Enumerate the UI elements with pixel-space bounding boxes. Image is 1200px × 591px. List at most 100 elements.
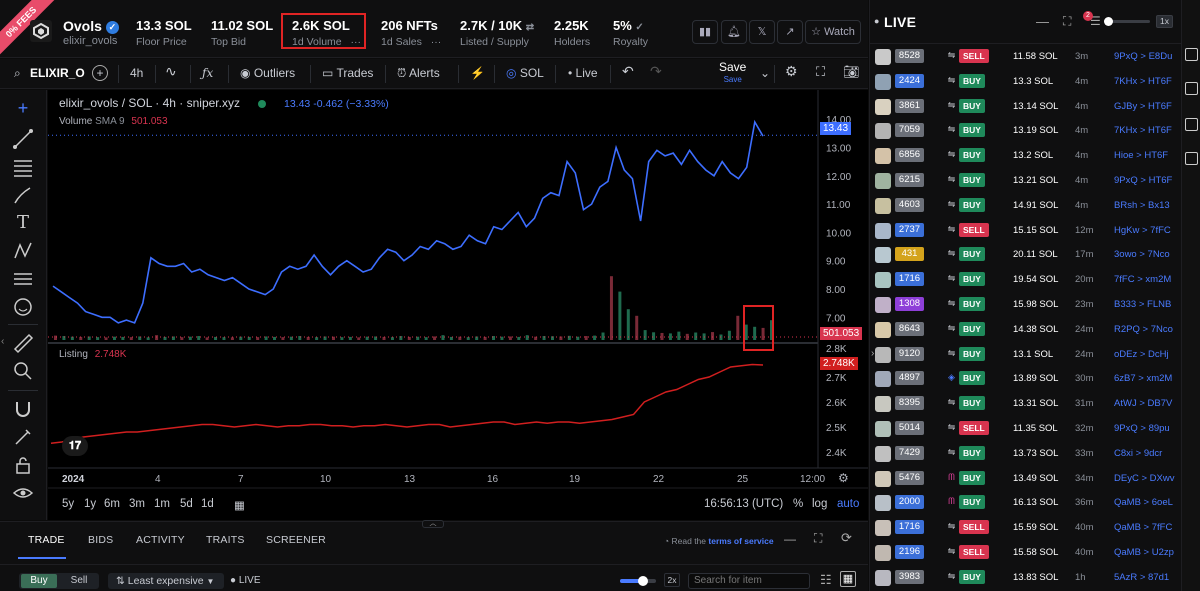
tab-trade[interactable]: TRADE: [28, 534, 65, 546]
currency-toggle[interactable]: ◎ SOL: [506, 66, 544, 80]
search-icon[interactable]: ⌕: [14, 66, 21, 81]
speed-value[interactable]: 1x: [1156, 15, 1173, 28]
trade-parties-link[interactable]: BRsh > Bx13: [1114, 200, 1170, 211]
live-toggle[interactable]: • Live: [568, 66, 598, 80]
x-social-icon[interactable]: 𝕏: [749, 20, 775, 44]
save-button[interactable]: Save Save: [719, 61, 746, 85]
nft-avatar[interactable]: [875, 49, 891, 65]
auto-toggle[interactable]: auto: [837, 498, 859, 510]
utc-clock[interactable]: 16:56:13 (UTC): [704, 498, 783, 510]
visibility-icon[interactable]: [12, 482, 34, 504]
live-trade-row[interactable]: 3983 ⇋ BUY 13.83 SOL 1h 5AzR > 87d1: [870, 565, 1182, 590]
buy-tab[interactable]: Buy: [21, 574, 57, 588]
trade-parties-link[interactable]: 7fFC > xm2M: [1114, 274, 1171, 285]
magnet-icon[interactable]: [12, 398, 34, 420]
refresh-icon[interactable]: ⟳: [841, 530, 852, 546]
live-trade-row[interactable]: 5476 ᗰ BUY 13.49 SOL 34m DEyC > DXwv: [870, 466, 1182, 491]
trade-parties-link[interactable]: B333 > FLNB: [1114, 299, 1171, 310]
live-trade-row[interactable]: 8643 ⇋ BUY 14.38 SOL 24m R2PQ > 7Nco: [870, 317, 1182, 342]
outliers-toggle[interactable]: ◉ Outliers: [240, 66, 295, 80]
brush-icon[interactable]: [12, 184, 34, 206]
sidebar-icon[interactable]: [1185, 118, 1198, 131]
nft-avatar[interactable]: [875, 272, 891, 289]
maximize-icon[interactable]: ⛶: [814, 531, 822, 546]
zoom-slider[interactable]: [620, 576, 656, 586]
trade-parties-link[interactable]: 6zB7 > xm2M: [1114, 373, 1172, 384]
replay-icon[interactable]: ⚡: [470, 66, 485, 80]
nft-avatar[interactable]: [875, 297, 891, 313]
nft-avatar[interactable]: [875, 520, 891, 537]
live-trade-row[interactable]: 6215 ⇋ BUY 13.21 SOL 4m 9PxQ > HT6F: [870, 168, 1182, 193]
trades-toggle[interactable]: ▭ Trades: [322, 66, 373, 80]
live-trade-row[interactable]: 2737 ⇋ SELL 15.15 SOL 12m HgKw > 7fFC: [870, 218, 1182, 243]
live-trade-row[interactable]: 9120 ⇋ BUY 13.1 SOL 24m oDEz > DcHj: [870, 342, 1182, 367]
trade-parties-link[interactable]: C8xi > 9dcr: [1114, 448, 1162, 459]
nft-avatar[interactable]: [875, 222, 891, 239]
trade-parties-link[interactable]: Hioe > HT6F: [1114, 150, 1168, 161]
minimize-icon[interactable]: —: [1036, 14, 1049, 29]
fib-icon[interactable]: [12, 156, 34, 178]
live-trade-row[interactable]: 5014 ⇋ SELL 11.35 SOL 32m 9PxQ > 89pu: [870, 416, 1182, 441]
nft-avatar[interactable]: [875, 445, 891, 462]
live-indicator[interactable]: ● LIVE: [230, 575, 261, 586]
item-search-input[interactable]: Search for item: [688, 573, 810, 589]
trade-parties-link[interactable]: QaMB > 6oeL: [1114, 497, 1173, 508]
fullscreen-icon[interactable]: ⛶: [816, 64, 825, 80]
trade-parties-link[interactable]: 9PxQ > HT6F: [1114, 175, 1172, 186]
trade-parties-link[interactable]: 9PxQ > E8Du: [1114, 51, 1172, 62]
live-trade-row[interactable]: 1716 ⇋ BUY 19.54 SOL 20m 7fFC > xm2M: [870, 267, 1182, 292]
sell-tab[interactable]: Sell: [63, 574, 95, 588]
nft-avatar[interactable]: [875, 98, 891, 115]
nft-avatar[interactable]: [875, 123, 891, 140]
speed-slider[interactable]: [1104, 17, 1150, 26]
live-trade-row[interactable]: 2196 ⇋ SELL 15.58 SOL 40m QaMB > U2zp: [870, 540, 1182, 565]
nft-avatar[interactable]: [875, 247, 891, 264]
nft-avatar[interactable]: [875, 421, 891, 437]
timezone-gear-icon[interactable]: ⚙: [838, 471, 849, 485]
nft-avatar[interactable]: [875, 321, 891, 338]
tradingview-logo[interactable]: 𝟏𝟕: [62, 436, 88, 456]
live-trade-row[interactable]: 4897 ◈ BUY 13.89 SOL 30m 6zB7 > xm2M: [870, 366, 1182, 391]
text-tool-icon[interactable]: T: [12, 212, 34, 234]
trade-parties-link[interactable]: 7KHx > HT6F: [1114, 76, 1172, 87]
indicators-icon[interactable]: ƒx: [202, 66, 213, 80]
nft-avatar[interactable]: [875, 495, 891, 512]
stat-1d-sales[interactable]: 206 NFTs 1d Sales ···: [381, 18, 441, 48]
trade-parties-link[interactable]: DEyC > DXwv: [1114, 473, 1174, 484]
bell-icon[interactable]: 🔔︎: [721, 20, 747, 44]
fullscreen-icon[interactable]: ⛶: [1063, 14, 1071, 29]
trend-line-icon[interactable]: [12, 128, 34, 150]
nft-avatar[interactable]: [875, 148, 891, 165]
lock-drawing-icon[interactable]: [12, 426, 34, 448]
live-trade-row[interactable]: 2424 ⇋ BUY 13.3 SOL 4m 7KHx > HT6F: [870, 69, 1182, 94]
layout-icon[interactable]: [1185, 48, 1198, 61]
calendar-icon[interactable]: ▦: [234, 498, 245, 512]
external-link-icon[interactable]: ↗: [777, 20, 803, 44]
nft-avatar[interactable]: [875, 73, 891, 90]
trade-parties-link[interactable]: 9PxQ > 89pu: [1114, 423, 1170, 434]
terms-link[interactable]: terms of service: [708, 536, 773, 546]
stat-listed-supply[interactable]: 2.7K / 10K ⇄ Listed / Supply: [460, 18, 534, 48]
live-trade-row[interactable]: 8395 ⇋ BUY 13.31 SOL 31m AtWJ > DB7V: [870, 391, 1182, 416]
live-trade-row[interactable]: 7429 ⇋ BUY 13.73 SOL 33m C8xi > 9dcr: [870, 441, 1182, 466]
trade-parties-link[interactable]: 3owo > 7Nco: [1114, 249, 1170, 260]
live-trade-row[interactable]: 431 ⇋ BUY 20.11 SOL 17m 3owo > 7Nco: [870, 242, 1182, 267]
emoji-icon[interactable]: [12, 296, 34, 318]
nft-avatar[interactable]: [875, 470, 891, 487]
chart-icon[interactable]: ▮▮: [692, 20, 718, 44]
live-trade-row[interactable]: 2000 ᗰ BUY 16.13 SOL 36m QaMB > 6oeL: [870, 490, 1182, 515]
undo-icon[interactable]: ↶: [622, 63, 634, 80]
interval-select[interactable]: 4h: [130, 66, 143, 80]
range-3m[interactable]: 3m: [129, 498, 145, 510]
live-trade-row[interactable]: 1308 ⇋ BUY 15.98 SOL 23m B333 > FLNB: [870, 292, 1182, 317]
live-trade-row[interactable]: 4603 ⇋ BUY 14.91 SOL 4m BRsh > Bx13: [870, 193, 1182, 218]
range-1m[interactable]: 1m: [154, 498, 170, 510]
zoom-level[interactable]: 2x: [664, 573, 680, 587]
live-trade-row[interactable]: 1716 ⇋ SELL 15.59 SOL 40m QaMB > 7fFC: [870, 515, 1182, 540]
nft-avatar[interactable]: [875, 545, 891, 561]
trade-parties-link[interactable]: AtWJ > DB7V: [1114, 398, 1172, 409]
nft-avatar[interactable]: [875, 396, 891, 413]
list-view-icon[interactable]: ☷: [820, 572, 832, 588]
chart-type-icon[interactable]: ∿: [165, 63, 177, 80]
nft-avatar[interactable]: [875, 569, 891, 586]
